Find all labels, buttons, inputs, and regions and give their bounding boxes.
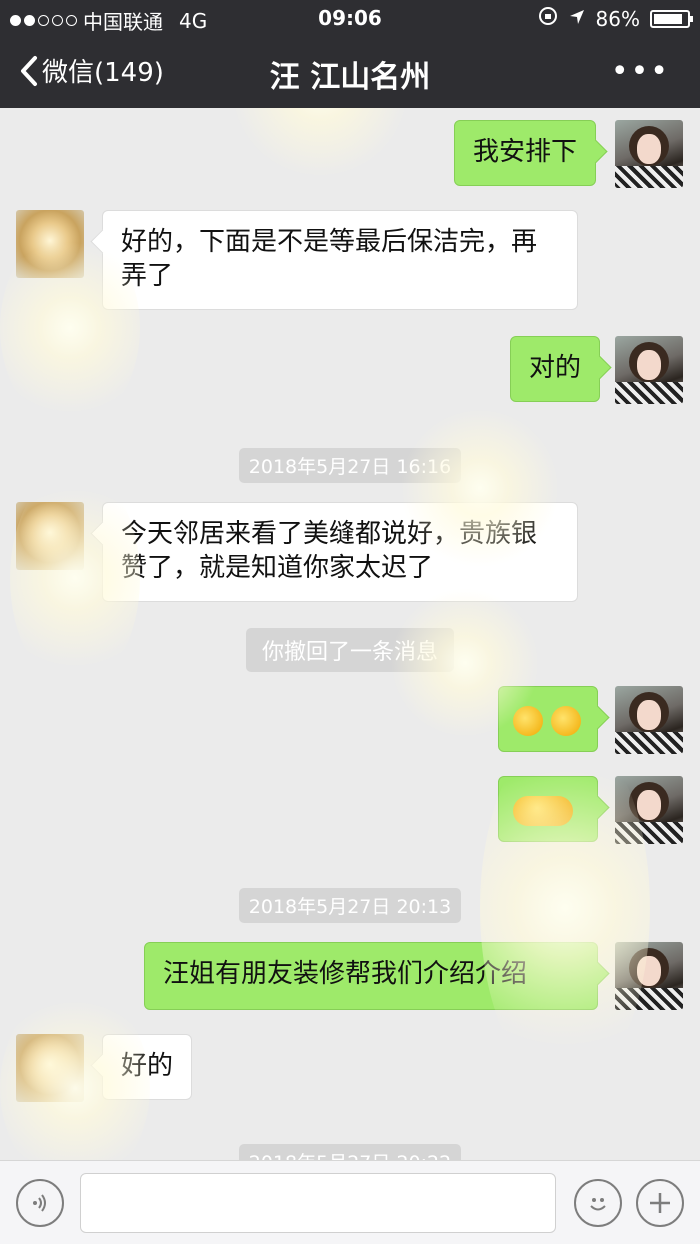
input-bar [0, 1160, 700, 1244]
system-notice: 你撤回了一条消息 [0, 628, 700, 672]
contact-avatar[interactable] [16, 502, 84, 570]
my-avatar[interactable] [615, 686, 683, 754]
message-bubble[interactable]: 汪姐有朋友装修帮我们介绍介绍 [144, 942, 598, 1010]
voice-icon [33, 1194, 46, 1212]
message-bubble[interactable]: 好的 [102, 1034, 193, 1100]
contact-avatar[interactable] [16, 1034, 84, 1102]
timestamp-label: 2018年5月27日 16:16 [238, 448, 462, 483]
grin-emoji-icon [551, 705, 581, 736]
grin-emoji-icon [513, 705, 543, 736]
emoji-button[interactable] [574, 1179, 622, 1227]
emoji-message-bubble[interactable] [498, 686, 598, 752]
timestamp: 2018年5月27日 16:16 [0, 448, 700, 483]
my-avatar[interactable] [615, 942, 683, 1010]
plus-button[interactable] [636, 1179, 684, 1227]
more-button[interactable]: ••• [611, 54, 670, 89]
timestamp-label: 2018年5月27日 20:22 [238, 1144, 462, 1160]
voice-button[interactable] [16, 1179, 64, 1227]
my-avatar[interactable] [615, 120, 683, 188]
timestamp: 2018年5月27日 20:13 [0, 888, 700, 923]
message-input[interactable] [80, 1173, 556, 1233]
my-avatar[interactable] [615, 776, 683, 844]
chat-area[interactable]: 我安排下 好的，下面是不是等最后保洁完，再弄了 对的 2018年5月27日 16… [0, 108, 700, 1160]
sparkle-effect [230, 108, 410, 178]
status-bar: 中国联通 4G 09:06 86% [0, 0, 700, 36]
chat-title: 汪 江山名州 [269, 60, 431, 95]
emoji-icon [590, 1198, 606, 1211]
timestamp: 2018年5月27日 20:22 [0, 1144, 700, 1160]
emoji-message-bubble[interactable] [498, 776, 598, 842]
status-right: 86% [538, 6, 693, 31]
lock-rotation-icon [538, 6, 558, 31]
message-bubble[interactable]: 对的 [510, 336, 601, 402]
my-avatar[interactable] [615, 336, 683, 404]
message-bubble[interactable]: 好的，下面是不是等最后保洁完，再弄了 [102, 210, 578, 310]
message-bubble[interactable]: 今天邻居来看了美缝都说好，贵族银赞了，就是知道你家太迟了 [102, 502, 578, 602]
plus-icon [650, 1193, 670, 1213]
battery-percent: 86% [595, 6, 640, 31]
nav-bar: 微信(149) 汪 江山名州 ••• [0, 36, 700, 108]
message-bubble[interactable]: 我安排下 [454, 120, 597, 186]
recall-notice-label: 你撤回了一条消息 [245, 628, 454, 672]
top-bar: 中国联通 4G 09:06 86% 微信(149) 汪 江山名州 ••• [0, 0, 700, 108]
battery-icon [650, 9, 693, 28]
timestamp-label: 2018年5月27日 20:13 [238, 888, 462, 923]
contact-avatar[interactable] [16, 210, 84, 278]
location-icon [568, 7, 586, 31]
handshake-emoji-icon [513, 795, 573, 826]
